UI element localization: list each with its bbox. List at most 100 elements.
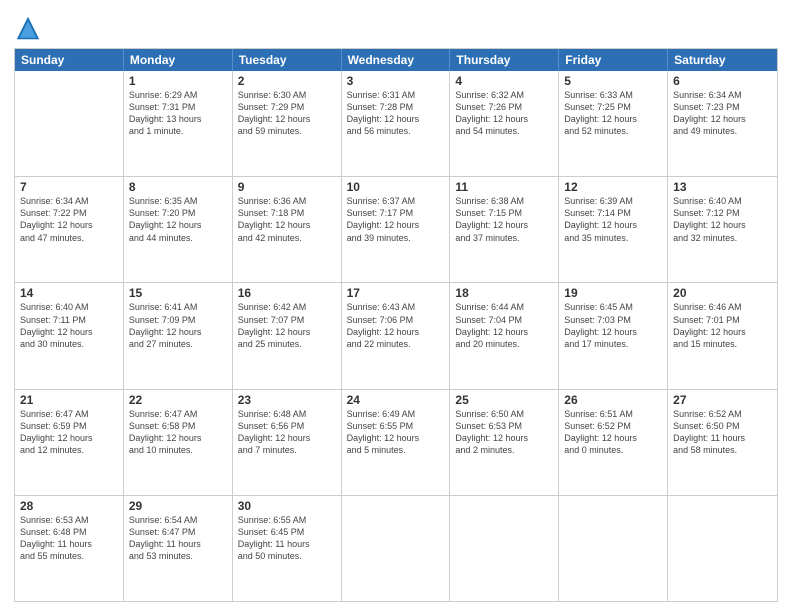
day-cell-26: 26Sunrise: 6:51 AM Sunset: 6:52 PM Dayli…: [559, 390, 668, 495]
day-info: Sunrise: 6:48 AM Sunset: 6:56 PM Dayligh…: [238, 408, 336, 457]
day-info: Sunrise: 6:55 AM Sunset: 6:45 PM Dayligh…: [238, 514, 336, 563]
header-day-wednesday: Wednesday: [342, 49, 451, 71]
header-day-friday: Friday: [559, 49, 668, 71]
day-number: 13: [673, 180, 772, 194]
day-number: 6: [673, 74, 772, 88]
calendar-body: 1Sunrise: 6:29 AM Sunset: 7:31 PM Daylig…: [15, 71, 777, 601]
day-number: 15: [129, 286, 227, 300]
day-cell-29: 29Sunrise: 6:54 AM Sunset: 6:47 PM Dayli…: [124, 496, 233, 601]
day-number: 16: [238, 286, 336, 300]
day-info: Sunrise: 6:31 AM Sunset: 7:28 PM Dayligh…: [347, 89, 445, 138]
day-number: 5: [564, 74, 662, 88]
day-cell-5: 5Sunrise: 6:33 AM Sunset: 7:25 PM Daylig…: [559, 71, 668, 176]
day-info: Sunrise: 6:32 AM Sunset: 7:26 PM Dayligh…: [455, 89, 553, 138]
day-cell-10: 10Sunrise: 6:37 AM Sunset: 7:17 PM Dayli…: [342, 177, 451, 282]
day-info: Sunrise: 6:45 AM Sunset: 7:03 PM Dayligh…: [564, 301, 662, 350]
day-number: 20: [673, 286, 772, 300]
day-number: 26: [564, 393, 662, 407]
day-info: Sunrise: 6:49 AM Sunset: 6:55 PM Dayligh…: [347, 408, 445, 457]
day-info: Sunrise: 6:41 AM Sunset: 7:09 PM Dayligh…: [129, 301, 227, 350]
day-cell-1: 1Sunrise: 6:29 AM Sunset: 7:31 PM Daylig…: [124, 71, 233, 176]
day-number: 21: [20, 393, 118, 407]
day-number: 8: [129, 180, 227, 194]
day-cell-3: 3Sunrise: 6:31 AM Sunset: 7:28 PM Daylig…: [342, 71, 451, 176]
day-number: 3: [347, 74, 445, 88]
day-number: 4: [455, 74, 553, 88]
day-number: 28: [20, 499, 118, 513]
day-info: Sunrise: 6:43 AM Sunset: 7:06 PM Dayligh…: [347, 301, 445, 350]
empty-cell: [342, 496, 451, 601]
empty-cell: [668, 496, 777, 601]
day-number: 14: [20, 286, 118, 300]
day-cell-16: 16Sunrise: 6:42 AM Sunset: 7:07 PM Dayli…: [233, 283, 342, 388]
day-cell-15: 15Sunrise: 6:41 AM Sunset: 7:09 PM Dayli…: [124, 283, 233, 388]
empty-cell: [450, 496, 559, 601]
day-info: Sunrise: 6:47 AM Sunset: 6:59 PM Dayligh…: [20, 408, 118, 457]
day-cell-27: 27Sunrise: 6:52 AM Sunset: 6:50 PM Dayli…: [668, 390, 777, 495]
day-info: Sunrise: 6:44 AM Sunset: 7:04 PM Dayligh…: [455, 301, 553, 350]
day-info: Sunrise: 6:39 AM Sunset: 7:14 PM Dayligh…: [564, 195, 662, 244]
day-number: 23: [238, 393, 336, 407]
day-number: 30: [238, 499, 336, 513]
header: [14, 10, 778, 42]
day-number: 24: [347, 393, 445, 407]
calendar-row-0: 1Sunrise: 6:29 AM Sunset: 7:31 PM Daylig…: [15, 71, 777, 176]
header-day-saturday: Saturday: [668, 49, 777, 71]
calendar-row-1: 7Sunrise: 6:34 AM Sunset: 7:22 PM Daylig…: [15, 176, 777, 282]
day-info: Sunrise: 6:40 AM Sunset: 7:12 PM Dayligh…: [673, 195, 772, 244]
day-cell-24: 24Sunrise: 6:49 AM Sunset: 6:55 PM Dayli…: [342, 390, 451, 495]
calendar-row-3: 21Sunrise: 6:47 AM Sunset: 6:59 PM Dayli…: [15, 389, 777, 495]
day-info: Sunrise: 6:53 AM Sunset: 6:48 PM Dayligh…: [20, 514, 118, 563]
day-info: Sunrise: 6:29 AM Sunset: 7:31 PM Dayligh…: [129, 89, 227, 138]
header-day-tuesday: Tuesday: [233, 49, 342, 71]
day-info: Sunrise: 6:42 AM Sunset: 7:07 PM Dayligh…: [238, 301, 336, 350]
day-info: Sunrise: 6:54 AM Sunset: 6:47 PM Dayligh…: [129, 514, 227, 563]
calendar-header: SundayMondayTuesdayWednesdayThursdayFrid…: [15, 49, 777, 71]
day-cell-25: 25Sunrise: 6:50 AM Sunset: 6:53 PM Dayli…: [450, 390, 559, 495]
logo-icon: [14, 14, 42, 42]
day-number: 9: [238, 180, 336, 194]
day-number: 17: [347, 286, 445, 300]
day-info: Sunrise: 6:34 AM Sunset: 7:22 PM Dayligh…: [20, 195, 118, 244]
day-number: 19: [564, 286, 662, 300]
day-cell-8: 8Sunrise: 6:35 AM Sunset: 7:20 PM Daylig…: [124, 177, 233, 282]
day-info: Sunrise: 6:35 AM Sunset: 7:20 PM Dayligh…: [129, 195, 227, 244]
day-cell-21: 21Sunrise: 6:47 AM Sunset: 6:59 PM Dayli…: [15, 390, 124, 495]
day-cell-9: 9Sunrise: 6:36 AM Sunset: 7:18 PM Daylig…: [233, 177, 342, 282]
day-cell-11: 11Sunrise: 6:38 AM Sunset: 7:15 PM Dayli…: [450, 177, 559, 282]
day-cell-19: 19Sunrise: 6:45 AM Sunset: 7:03 PM Dayli…: [559, 283, 668, 388]
day-number: 10: [347, 180, 445, 194]
day-info: Sunrise: 6:34 AM Sunset: 7:23 PM Dayligh…: [673, 89, 772, 138]
day-cell-12: 12Sunrise: 6:39 AM Sunset: 7:14 PM Dayli…: [559, 177, 668, 282]
header-day-thursday: Thursday: [450, 49, 559, 71]
day-info: Sunrise: 6:50 AM Sunset: 6:53 PM Dayligh…: [455, 408, 553, 457]
empty-cell: [559, 496, 668, 601]
calendar-row-4: 28Sunrise: 6:53 AM Sunset: 6:48 PM Dayli…: [15, 495, 777, 601]
day-cell-22: 22Sunrise: 6:47 AM Sunset: 6:58 PM Dayli…: [124, 390, 233, 495]
day-number: 29: [129, 499, 227, 513]
day-number: 22: [129, 393, 227, 407]
day-info: Sunrise: 6:30 AM Sunset: 7:29 PM Dayligh…: [238, 89, 336, 138]
empty-cell: [15, 71, 124, 176]
day-number: 2: [238, 74, 336, 88]
header-day-monday: Monday: [124, 49, 233, 71]
day-cell-30: 30Sunrise: 6:55 AM Sunset: 6:45 PM Dayli…: [233, 496, 342, 601]
day-cell-18: 18Sunrise: 6:44 AM Sunset: 7:04 PM Dayli…: [450, 283, 559, 388]
day-number: 27: [673, 393, 772, 407]
calendar: SundayMondayTuesdayWednesdayThursdayFrid…: [14, 48, 778, 602]
day-number: 11: [455, 180, 553, 194]
day-number: 1: [129, 74, 227, 88]
day-cell-7: 7Sunrise: 6:34 AM Sunset: 7:22 PM Daylig…: [15, 177, 124, 282]
logo: [14, 14, 46, 42]
page: SundayMondayTuesdayWednesdayThursdayFrid…: [0, 0, 792, 612]
day-cell-20: 20Sunrise: 6:46 AM Sunset: 7:01 PM Dayli…: [668, 283, 777, 388]
day-info: Sunrise: 6:46 AM Sunset: 7:01 PM Dayligh…: [673, 301, 772, 350]
day-info: Sunrise: 6:47 AM Sunset: 6:58 PM Dayligh…: [129, 408, 227, 457]
calendar-row-2: 14Sunrise: 6:40 AM Sunset: 7:11 PM Dayli…: [15, 282, 777, 388]
day-cell-13: 13Sunrise: 6:40 AM Sunset: 7:12 PM Dayli…: [668, 177, 777, 282]
day-info: Sunrise: 6:37 AM Sunset: 7:17 PM Dayligh…: [347, 195, 445, 244]
day-info: Sunrise: 6:51 AM Sunset: 6:52 PM Dayligh…: [564, 408, 662, 457]
day-cell-14: 14Sunrise: 6:40 AM Sunset: 7:11 PM Dayli…: [15, 283, 124, 388]
day-info: Sunrise: 6:38 AM Sunset: 7:15 PM Dayligh…: [455, 195, 553, 244]
day-cell-17: 17Sunrise: 6:43 AM Sunset: 7:06 PM Dayli…: [342, 283, 451, 388]
